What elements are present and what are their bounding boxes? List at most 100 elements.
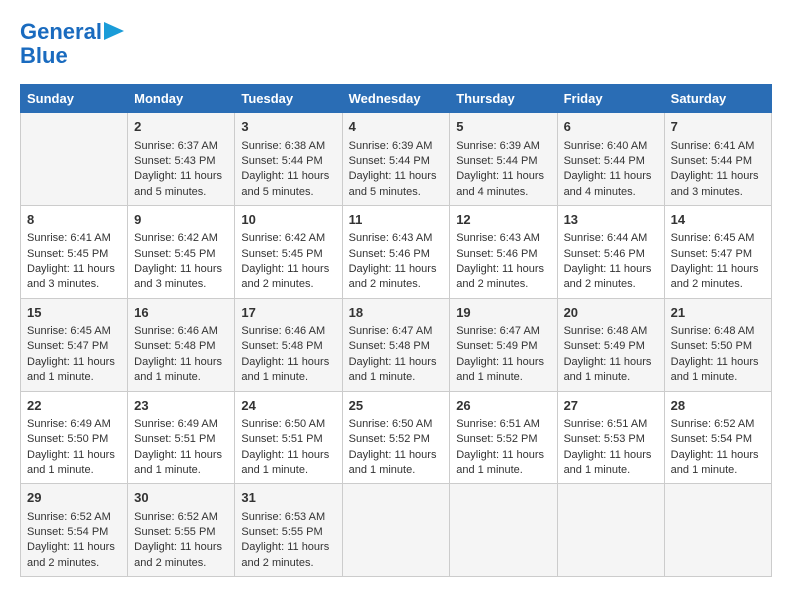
day-info: and 1 minute. — [349, 370, 444, 385]
calendar-day-28: 28Sunrise: 6:52 AMSunset: 5:54 PMDayligh… — [664, 391, 771, 484]
day-number: 27 — [564, 397, 658, 415]
calendar-day-19: 19Sunrise: 6:47 AMSunset: 5:49 PMDayligh… — [450, 298, 557, 391]
day-info: Daylight: 11 hours — [27, 448, 121, 463]
day-info: Sunrise: 6:52 AM — [134, 510, 228, 525]
calendar-day-13: 13Sunrise: 6:44 AMSunset: 5:46 PMDayligh… — [557, 206, 664, 299]
day-info: Sunrise: 6:47 AM — [349, 324, 444, 339]
day-info: Sunrise: 6:49 AM — [27, 417, 121, 432]
day-info: Sunrise: 6:47 AM — [456, 324, 550, 339]
day-info: Sunrise: 6:48 AM — [671, 324, 765, 339]
day-info: Sunset: 5:50 PM — [671, 339, 765, 354]
calendar-day-21: 21Sunrise: 6:48 AMSunset: 5:50 PMDayligh… — [664, 298, 771, 391]
calendar-day-31: 31Sunrise: 6:53 AMSunset: 5:55 PMDayligh… — [235, 484, 342, 577]
day-info: Daylight: 11 hours — [671, 262, 765, 277]
day-info: Daylight: 11 hours — [349, 448, 444, 463]
day-info: Sunset: 5:53 PM — [564, 432, 658, 447]
day-info: Sunrise: 6:52 AM — [671, 417, 765, 432]
calendar-day-4: 4Sunrise: 6:39 AMSunset: 5:44 PMDaylight… — [342, 113, 450, 206]
logo-arrow-icon — [104, 22, 124, 40]
logo: GeneralBlue — [20, 20, 102, 68]
day-info: Sunrise: 6:39 AM — [349, 139, 444, 154]
day-info: Sunset: 5:48 PM — [241, 339, 335, 354]
calendar-week-1: 8Sunrise: 6:41 AMSunset: 5:45 PMDaylight… — [21, 206, 772, 299]
column-header-monday: Monday — [128, 85, 235, 113]
day-number: 12 — [456, 211, 550, 229]
day-info: Daylight: 11 hours — [241, 262, 335, 277]
day-info: and 1 minute. — [671, 370, 765, 385]
day-info: and 1 minute. — [241, 370, 335, 385]
day-info: and 2 minutes. — [456, 277, 550, 292]
page-header: GeneralBlue — [20, 20, 772, 68]
column-header-saturday: Saturday — [664, 85, 771, 113]
day-number: 18 — [349, 304, 444, 322]
day-info: Daylight: 11 hours — [456, 262, 550, 277]
calendar-day-17: 17 Sunrise: 6:46 AMSunset: 5:48 PMDayligh… — [235, 298, 342, 391]
day-info: Sunrise: 6:46 AM — [134, 324, 228, 339]
day-info: Sunrise: 6:44 AM — [564, 231, 658, 246]
day-info: Sunset: 5:46 PM — [564, 247, 658, 262]
day-info: Sunset: 5:54 PM — [671, 432, 765, 447]
day-number: 22 — [27, 397, 121, 415]
day-info: and 1 minute. — [671, 463, 765, 478]
day-info: Daylight: 11 hours — [241, 355, 335, 370]
day-info: Daylight: 11 hours — [456, 169, 550, 184]
calendar-day-2: 2Sunrise: 6:37 AMSunset: 5:43 PMDaylight… — [128, 113, 235, 206]
day-info: Sunset: 5:51 PM — [134, 432, 228, 447]
day-number: 17 — [241, 304, 335, 322]
column-header-thursday: Thursday — [450, 85, 557, 113]
day-info: Sunset: 5:49 PM — [564, 339, 658, 354]
calendar-day-23: 23Sunrise: 6:49 AMSunset: 5:51 PMDayligh… — [128, 391, 235, 484]
day-info: and 5 minutes. — [134, 185, 228, 200]
day-info: Sunset: 5:47 PM — [27, 339, 121, 354]
day-info: Daylight: 11 hours — [241, 169, 335, 184]
day-info: Sunrise: 6:48 AM — [564, 324, 658, 339]
day-info: Sunrise: 6:41 AM — [27, 231, 121, 246]
calendar-day-16: 16Sunrise: 6:46 AMSunset: 5:48 PMDayligh… — [128, 298, 235, 391]
calendar-day-22: 22 Sunrise: 6:49 AMSunset: 5:50 PMDayligh… — [21, 391, 128, 484]
day-info: and 3 minutes. — [671, 185, 765, 200]
day-number: 28 — [671, 397, 765, 415]
empty-cell — [450, 484, 557, 577]
day-info: Sunrise: 6:51 AM — [564, 417, 658, 432]
day-info: Daylight: 11 hours — [134, 262, 228, 277]
day-info: Daylight: 11 hours — [349, 355, 444, 370]
day-info: Daylight: 11 hours — [134, 540, 228, 555]
day-info: Sunset: 5:50 PM — [27, 432, 121, 447]
day-info: Sunset: 5:44 PM — [349, 154, 444, 169]
calendar-day-10: 10Sunrise: 6:42 AMSunset: 5:45 PMDayligh… — [235, 206, 342, 299]
day-info: Sunrise: 6:53 AM — [241, 510, 335, 525]
day-number: 10 — [241, 211, 335, 229]
calendar-day-14: 14Sunrise: 6:45 AMSunset: 5:47 PMDayligh… — [664, 206, 771, 299]
day-info: and 2 minutes. — [241, 556, 335, 571]
day-info: Sunset: 5:44 PM — [671, 154, 765, 169]
day-info: and 1 minute. — [241, 463, 335, 478]
day-info: Daylight: 11 hours — [564, 448, 658, 463]
day-number: 14 — [671, 211, 765, 229]
day-number: 9 — [134, 211, 228, 229]
column-header-sunday: Sunday — [21, 85, 128, 113]
day-info: Sunrise: 6:45 AM — [27, 324, 121, 339]
day-info: Sunrise: 6:46 AM — [241, 324, 335, 339]
day-info: Sunrise: 6:50 AM — [349, 417, 444, 432]
logo-text: GeneralBlue — [20, 19, 102, 68]
calendar-day-5: 5Sunrise: 6:39 AMSunset: 5:44 PMDaylight… — [450, 113, 557, 206]
day-info: and 1 minute. — [27, 463, 121, 478]
day-info: and 2 minutes. — [27, 556, 121, 571]
calendar-day-26: 26Sunrise: 6:51 AMSunset: 5:52 PMDayligh… — [450, 391, 557, 484]
empty-cell — [557, 484, 664, 577]
day-info: Daylight: 11 hours — [564, 262, 658, 277]
day-info: Sunset: 5:45 PM — [241, 247, 335, 262]
day-info: and 2 minutes. — [241, 277, 335, 292]
day-info: Sunset: 5:46 PM — [456, 247, 550, 262]
day-info: Sunset: 5:54 PM — [27, 525, 121, 540]
day-info: Daylight: 11 hours — [456, 448, 550, 463]
day-info: and 4 minutes. — [564, 185, 658, 200]
day-info: Daylight: 11 hours — [241, 540, 335, 555]
day-info: Sunrise: 6:52 AM — [27, 510, 121, 525]
day-info: Daylight: 11 hours — [564, 355, 658, 370]
day-info: Sunrise: 6:51 AM — [456, 417, 550, 432]
calendar-day-29: 29Sunrise: 6:52 AMSunset: 5:54 PMDayligh… — [21, 484, 128, 577]
day-info: Daylight: 11 hours — [27, 262, 121, 277]
calendar-day-20: 20Sunrise: 6:48 AMSunset: 5:49 PMDayligh… — [557, 298, 664, 391]
day-number: 21 — [671, 304, 765, 322]
